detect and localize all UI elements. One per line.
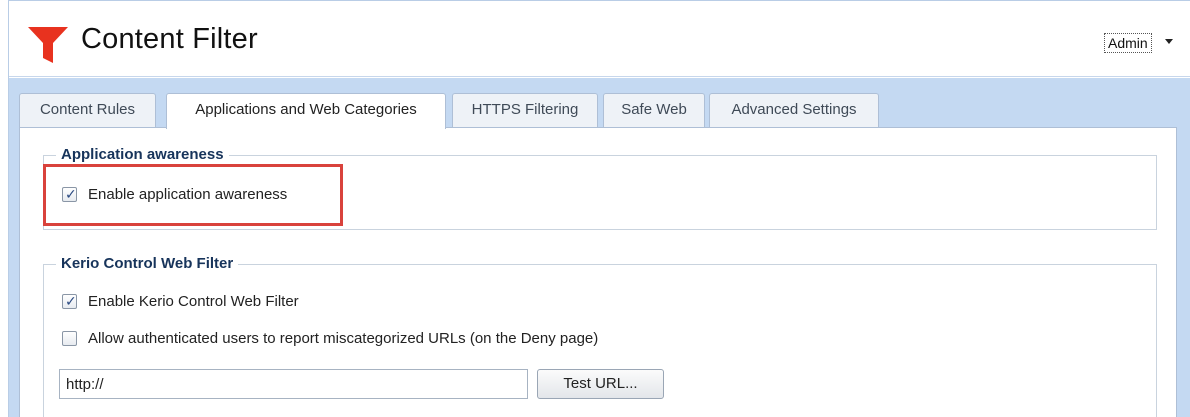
tab-https-filtering[interactable]: HTTPS Filtering (452, 93, 598, 127)
user-menu[interactable]: Admin (1104, 33, 1152, 53)
tab-content-rules[interactable]: Content Rules (19, 93, 156, 127)
checkmark-icon: ✓ (65, 293, 77, 309)
web-filter-legend: Kerio Control Web Filter (56, 255, 239, 273)
tab-safe-web[interactable]: Safe Web (603, 93, 705, 127)
chevron-down-icon[interactable] (1165, 39, 1173, 44)
enable-web-filter-checkbox[interactable]: ✓ (62, 293, 77, 309)
test-url-input[interactable] (59, 369, 528, 399)
tab-advanced-settings[interactable]: Advanced Settings (709, 93, 879, 127)
tab-applications-web-categories[interactable]: Applications and Web Categories (166, 93, 446, 129)
test-url-button[interactable]: Test URL... (537, 369, 664, 399)
page-header: Content Filter Admin (9, 1, 1190, 77)
app-awareness-legend: Application awareness (56, 146, 229, 164)
enable-web-filter-label[interactable]: Enable Kerio Control Web Filter (88, 293, 299, 311)
page-title: Content Filter (81, 23, 258, 55)
funnel-icon (28, 27, 68, 63)
report-miscategorized-checkbox[interactable] (62, 331, 77, 346)
highlight-box (43, 164, 343, 226)
report-miscategorized-label[interactable]: Allow authenticated users to report misc… (88, 330, 598, 348)
